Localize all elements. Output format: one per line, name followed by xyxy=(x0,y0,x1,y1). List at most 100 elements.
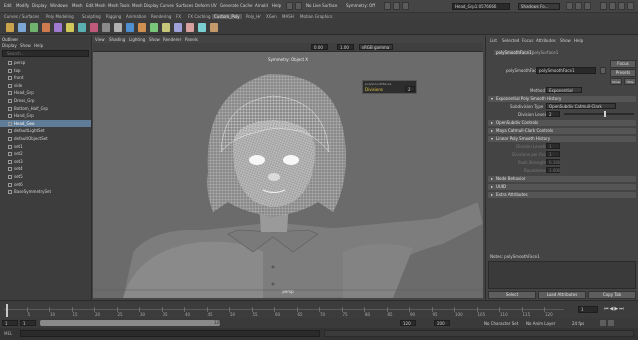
shelf-tool-icon[interactable] xyxy=(78,23,86,32)
menu-deform[interactable]: Deform xyxy=(195,3,210,8)
node-name-field[interactable]: polySmoothFace1 xyxy=(536,67,596,74)
outliner-item[interactable]: defaultLightSet xyxy=(0,127,91,134)
current-time-indicator[interactable] xyxy=(6,304,8,317)
outliner-item[interactable]: Bottom_Half_Grp xyxy=(0,105,91,112)
menu-arnold[interactable]: Arnold xyxy=(255,3,268,8)
ae-menu-help[interactable]: Help xyxy=(574,38,583,43)
magnet-icon[interactable] xyxy=(286,2,293,10)
range-slider[interactable]: 1 1 120 120 200 No Character Set No Anim… xyxy=(0,318,638,328)
shelf-tool-icon[interactable] xyxy=(30,23,38,32)
shelf-tab-curves-surfaces[interactable]: Curves / Surfaces xyxy=(4,14,39,19)
shelf-tool-icon[interactable] xyxy=(138,23,146,32)
in-view-editor-popup[interactable]: polySmoothFace1 Divisions 2 xyxy=(362,80,417,94)
presets-button[interactable]: Presets xyxy=(610,69,636,77)
menu-display[interactable]: Display xyxy=(32,3,47,8)
character-set-dropdown[interactable]: No Character Set xyxy=(484,321,518,326)
layout-icon[interactable] xyxy=(575,2,582,10)
outliner-menu-help[interactable]: Help xyxy=(34,43,43,48)
section-exponential[interactable]: Exponential Poly Smooth History xyxy=(488,96,636,102)
menu-modify[interactable]: Modify xyxy=(16,3,29,8)
color-space-dropdown[interactable]: sRGB gamma xyxy=(359,44,393,50)
snap-grid-icon[interactable] xyxy=(295,2,302,10)
ae-menu-list[interactable]: List xyxy=(490,38,497,43)
outliner-item[interactable]: persp xyxy=(0,59,91,66)
ae-menu-selected[interactable]: Selected xyxy=(502,38,519,43)
shelf-tab-custom-poly[interactable]: Custom_Poly xyxy=(212,14,242,19)
section-linear[interactable]: Linear Poly Smooth History xyxy=(488,136,636,142)
character-model[interactable] xyxy=(93,52,483,298)
outliner-item[interactable]: Head_Grp xyxy=(0,89,91,96)
shelf-tool-icon[interactable] xyxy=(126,23,134,32)
section-extra-attributes[interactable]: Extra Attributes xyxy=(488,192,636,198)
workspace-dropdown[interactable]: Shadows Fo... xyxy=(518,3,560,10)
vp-menu-panels[interactable]: Panels xyxy=(185,37,198,42)
shelf-tool-icon[interactable] xyxy=(198,23,206,32)
shelf-tool-icon[interactable] xyxy=(102,23,110,32)
menu-mesh-tools[interactable]: Mesh Tools xyxy=(108,3,130,8)
outliner-item[interactable]: set6 xyxy=(0,181,91,188)
shelf-tool-icon[interactable] xyxy=(18,23,26,32)
outliner-item[interactable]: set1 xyxy=(0,143,91,150)
shelf-tool-icon[interactable] xyxy=(186,23,194,32)
gamma-field[interactable]: 1.00 xyxy=(337,44,354,50)
gear-icon[interactable] xyxy=(566,2,573,10)
playback-start-field[interactable]: 1 xyxy=(20,320,36,326)
render-icon[interactable] xyxy=(384,2,391,10)
outliner-item[interactable]: side xyxy=(0,82,91,89)
live-surface-label[interactable]: No Live Surface xyxy=(306,3,337,8)
outliner-menu-display[interactable]: Display xyxy=(2,43,17,48)
menu-uv[interactable]: UV xyxy=(211,3,217,8)
select-button[interactable]: Select xyxy=(488,291,536,299)
shelf-tab-fx-caching[interactable]: FX Caching xyxy=(188,14,210,19)
shelf-tool-icon[interactable] xyxy=(162,23,170,32)
hide-button[interactable]: Hide xyxy=(624,78,636,85)
menu-mesh-display[interactable]: Mesh Display xyxy=(132,3,159,8)
prefs-icon[interactable] xyxy=(608,320,614,326)
command-line[interactable]: MEL xyxy=(0,328,638,340)
outliner-item[interactable]: front xyxy=(0,74,91,81)
tool-settings-icon[interactable] xyxy=(618,2,625,10)
modeling-toolkit-icon[interactable] xyxy=(584,2,591,10)
load-attributes-button[interactable]: Load Attributes xyxy=(538,291,586,299)
shelf-tool-icon[interactable] xyxy=(150,23,158,32)
ae-menu-focus[interactable]: Focus xyxy=(522,38,533,43)
show-button[interactable]: Show xyxy=(610,78,622,85)
menu-cache[interactable]: Cache xyxy=(240,3,252,8)
start-frame-field[interactable]: 1 xyxy=(2,320,18,326)
vp-menu-lighting[interactable]: Lighting xyxy=(129,37,145,42)
focus-button[interactable]: Focus xyxy=(610,60,636,68)
scene-name-field[interactable]: Head_Grp1:0576666 xyxy=(452,3,510,10)
shelf-tab-poly-modeling[interactable]: Poly Modeling xyxy=(46,14,74,19)
section-opensubdiv[interactable]: OpenSubdiv Controls xyxy=(488,120,636,126)
shelf-tab-animation[interactable]: Animation xyxy=(126,14,146,19)
shelf-tool-icon[interactable] xyxy=(42,23,50,32)
shelf-tab-xgen[interactable]: XGen xyxy=(266,14,277,19)
outliner-item[interactable]: set2 xyxy=(0,150,91,157)
menu-help[interactable]: Help xyxy=(272,3,281,8)
render-settings-icon[interactable] xyxy=(402,2,409,10)
copy-tab-button[interactable]: Copy Tab xyxy=(588,291,636,299)
playback-controls[interactable]: ⏮◀▶⏭ xyxy=(604,306,625,312)
ae-tab-polysurface[interactable]: polySurface1 xyxy=(532,50,558,55)
method-dropdown[interactable]: Exponential xyxy=(546,87,582,93)
channel-box-icon[interactable] xyxy=(600,2,607,10)
section-node-behavior[interactable]: Node Behavior xyxy=(488,176,636,182)
time-slider[interactable]: 5 10 15 20 25 30 35 40 45 50 55 60 65 70 75 80 85 90 95 100… xyxy=(0,300,638,318)
outliner-item[interactable]: Dress_Grp xyxy=(0,97,91,104)
shelf-tool-icon[interactable] xyxy=(54,23,62,32)
shelf-tool-icon[interactable] xyxy=(114,23,122,32)
outliner-item[interactable]: set5 xyxy=(0,173,91,180)
symmetry-label[interactable]: Symmetry: Off xyxy=(346,3,375,8)
playback-end-field[interactable]: 120 xyxy=(400,320,416,326)
shelf-tab-sculpting[interactable]: Sculpting xyxy=(82,14,101,19)
attribute-editor-icon[interactable] xyxy=(609,2,616,10)
shelf-tab-motion-graphics[interactable]: Motion Graphics xyxy=(300,14,333,19)
outliner-item[interactable]: Hand_Grp xyxy=(0,112,91,119)
shelf-tool-icon[interactable] xyxy=(210,23,218,32)
outliner-item[interactable]: set3 xyxy=(0,158,91,165)
ae-menu-attributes[interactable]: Attributes xyxy=(536,38,556,43)
ae-tab-polysmoothface[interactable]: polySmoothFace1 xyxy=(494,50,534,55)
outliner-search-input[interactable] xyxy=(2,50,89,57)
menu-edit-mesh[interactable]: Edit Mesh xyxy=(86,3,106,8)
node-lock-icon[interactable] xyxy=(600,67,606,74)
